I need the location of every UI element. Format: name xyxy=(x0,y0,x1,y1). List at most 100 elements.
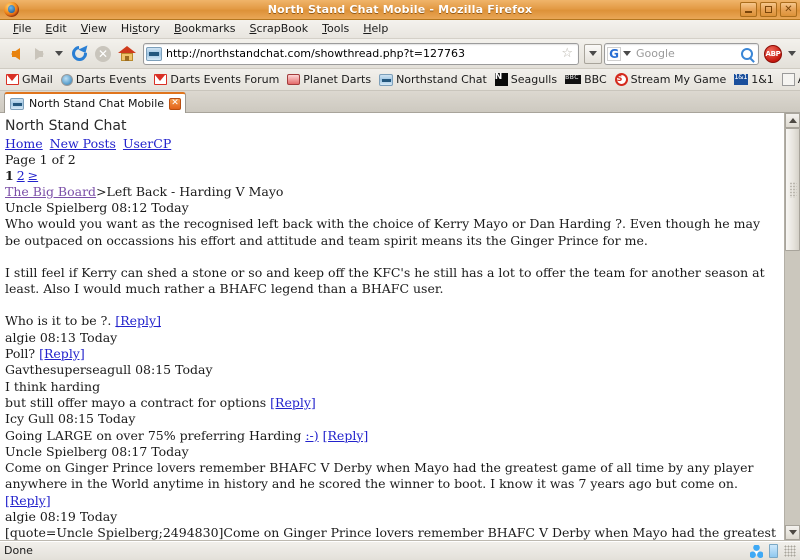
reply-link[interactable]: [Reply] xyxy=(39,346,85,361)
status-text: Done xyxy=(4,544,33,557)
bookmark-awps[interactable]: AWPS xyxy=(779,72,800,88)
window-controls: ✕ xyxy=(740,2,797,17)
vertical-scrollbar[interactable] xyxy=(784,113,800,540)
tab-favicon-icon xyxy=(10,97,24,110)
close-icon: ✕ xyxy=(784,3,793,15)
network-status-icon[interactable] xyxy=(750,544,763,558)
search-input[interactable]: Google xyxy=(636,47,741,60)
globe-icon xyxy=(60,73,73,86)
pagination-next[interactable]: ≥ xyxy=(28,168,38,183)
bookmark-star-icon[interactable]: ☆ xyxy=(561,47,573,60)
post-meta: Icy Gull 08:15 Today xyxy=(5,411,136,427)
search-bar[interactable]: G Google xyxy=(604,42,759,65)
minimize-button[interactable] xyxy=(740,2,757,17)
bookmark-darts-events[interactable]: Darts Events xyxy=(58,72,152,88)
arrow-right-icon xyxy=(34,47,44,60)
addon-status-icon[interactable] xyxy=(769,544,778,558)
maximize-button[interactable] xyxy=(760,2,777,17)
url-bar[interactable]: http://northstandchat.com/showthread.php… xyxy=(143,42,579,65)
scrollbar-thumb[interactable] xyxy=(785,128,800,252)
menu-file[interactable]: File xyxy=(6,21,38,37)
menu-edit[interactable]: Edit xyxy=(38,21,73,37)
bookmark-label: BBC xyxy=(584,72,607,86)
post-meta: algie 08:13 Today xyxy=(5,329,118,345)
toolbar-overflow-chevron-down-icon[interactable] xyxy=(788,51,796,56)
reload-button[interactable] xyxy=(68,42,90,65)
scroll-up-button[interactable] xyxy=(785,113,800,128)
post-meta: Uncle Spielberg 08:17 Today xyxy=(5,443,189,459)
reply-link[interactable]: [Reply] xyxy=(323,428,369,443)
close-button[interactable]: ✕ xyxy=(780,2,797,17)
menu-bookmarks[interactable]: Bookmarks xyxy=(167,21,242,37)
bookmark-darts-events-forum[interactable]: Darts Events Forum xyxy=(151,72,284,88)
window-resize-grip[interactable] xyxy=(784,545,796,557)
nav-link-home[interactable]: Home xyxy=(5,136,43,151)
bookmark-planet-darts[interactable]: Planet Darts xyxy=(284,72,376,88)
post-body-line: Going LARGE on over 75% preferring Hardi… xyxy=(5,428,778,444)
bookmark-seagulls[interactable]: N Seagulls xyxy=(492,72,562,88)
web-page: North Stand Chat Home New Posts UserCP P… xyxy=(0,113,784,540)
site-nav: Home New Posts UserCP xyxy=(5,135,778,152)
bookmark-label: Darts Events Forum xyxy=(170,72,280,86)
smiley-link[interactable]: :-) xyxy=(305,428,318,443)
reply-link[interactable]: [Reply] xyxy=(115,313,161,328)
bookmark-label: Stream My Game xyxy=(630,72,727,86)
navigation-toolbar: ✕ http://northstandchat.com/showthread.p… xyxy=(0,39,800,69)
stop-button[interactable]: ✕ xyxy=(92,43,114,65)
back-button[interactable] xyxy=(4,43,26,65)
bookmark-label: 1&1 xyxy=(751,72,774,86)
menu-tools[interactable]: Tools xyxy=(315,21,356,37)
menu-history[interactable]: History xyxy=(114,21,167,37)
nav-link-new-posts[interactable]: New Posts xyxy=(50,136,116,151)
post-body-text: but still offer mayo a contract for opti… xyxy=(5,394,267,410)
triangle-up-icon xyxy=(788,118,797,123)
bookmark-1and1[interactable]: 1&1 1&1 xyxy=(731,72,779,88)
pagination-page-2[interactable]: 2 xyxy=(17,168,25,183)
scrollbar-track[interactable] xyxy=(785,128,800,525)
tab-strip: North Stand Chat Mobile ✕ xyxy=(0,91,800,113)
reload-icon xyxy=(68,42,90,65)
bookmark-label: GMail xyxy=(22,72,53,86)
post-body: Who would you want as the recognised lef… xyxy=(5,216,761,248)
firefox-window: North Stand Chat Mobile - Mozilla Firefo… xyxy=(0,0,800,560)
breadcrumb-board-link[interactable]: The Big Board xyxy=(5,184,96,199)
post-meta: algie 08:19 Today xyxy=(5,509,118,525)
home-button[interactable] xyxy=(116,43,138,65)
google-icon[interactable]: G xyxy=(607,46,621,61)
search-engine-chevron-down-icon[interactable] xyxy=(623,51,631,56)
bookmark-label: Seagulls xyxy=(510,72,558,86)
bookmark-bbc[interactable]: BBC BBC xyxy=(562,72,612,88)
url-input[interactable]: http://northstandchat.com/showthread.php… xyxy=(166,45,558,63)
adblock-plus-icon[interactable]: ABP xyxy=(764,44,782,63)
seagulls-icon: N xyxy=(494,73,508,86)
tab-north-stand-chat-mobile[interactable]: North Stand Chat Mobile ✕ xyxy=(4,92,187,113)
status-bar-icons xyxy=(750,544,796,558)
menu-view[interactable]: View xyxy=(74,21,114,37)
url-history-dropdown-button[interactable] xyxy=(584,43,602,64)
bbc-icon: BBC xyxy=(565,75,582,84)
bookmark-northstand-chat[interactable]: Northstand Chat xyxy=(376,72,492,88)
breadcrumb: The Big Board>Left Back - Harding V Mayo xyxy=(5,184,778,200)
bookmark-stream-my-game[interactable]: S Stream My Game xyxy=(612,72,732,88)
arrow-left-icon xyxy=(10,47,20,60)
nav-link-usercp[interactable]: UserCP xyxy=(123,136,171,151)
post-body-text: Poll? xyxy=(5,346,36,362)
firefox-logo-icon xyxy=(4,2,19,17)
menu-help[interactable]: Help xyxy=(356,21,395,37)
post-body-text: Who is it to be ?. xyxy=(5,313,112,329)
reply-link[interactable]: [Reply] xyxy=(270,395,316,410)
post-body-line: I think harding xyxy=(5,378,101,394)
scroll-down-button[interactable] xyxy=(785,525,800,540)
search-icon[interactable] xyxy=(741,47,753,60)
scrollbar-grip-icon xyxy=(789,181,796,198)
history-dropdown-button[interactable] xyxy=(52,43,66,65)
pagination: 1 2 ≥ xyxy=(5,168,778,184)
status-bar: Done xyxy=(0,541,800,560)
browser-content-area: North Stand Chat Home New Posts UserCP P… xyxy=(0,113,800,541)
menu-scrapbook[interactable]: ScrapBook xyxy=(242,21,315,37)
menu-bar: File Edit View History Bookmarks ScrapBo… xyxy=(0,20,800,39)
forward-button[interactable] xyxy=(28,43,50,65)
bookmark-gmail[interactable]: GMail xyxy=(3,72,58,88)
reply-link[interactable]: [Reply] xyxy=(5,493,51,508)
tab-close-icon[interactable]: ✕ xyxy=(169,97,182,110)
